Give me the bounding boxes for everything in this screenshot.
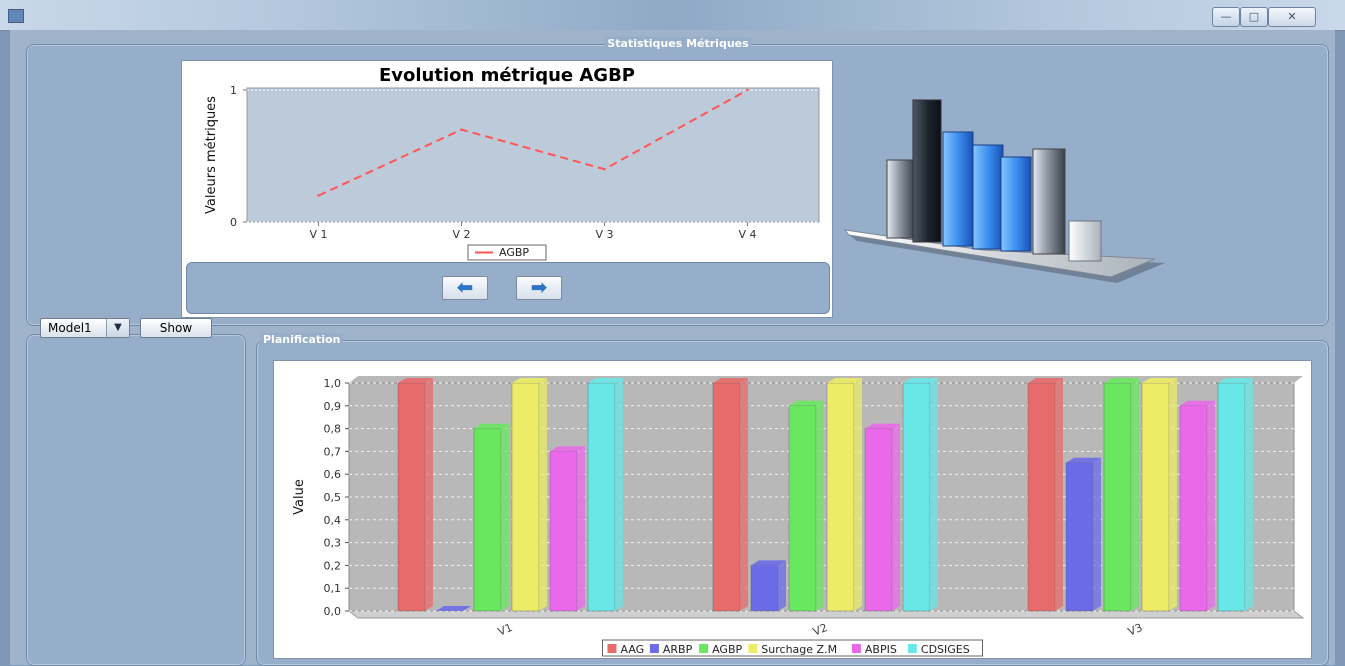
model-select-value: Model1	[48, 321, 92, 335]
bar-agbp-v2	[788, 405, 817, 612]
bar-side-face	[854, 378, 862, 611]
bar-aag-v1	[397, 382, 426, 612]
line-x-tick-label: V 3	[595, 228, 613, 241]
bar-chart-illustration	[843, 99, 1165, 283]
show-button[interactable]: Show	[140, 318, 212, 338]
maximize-button[interactable]: □	[1240, 7, 1268, 27]
line-point	[460, 128, 463, 131]
line-x-tick-label: V 2	[452, 228, 470, 241]
line-y-tick-label: 0	[230, 216, 237, 229]
model-select[interactable]: Model1 ▼	[40, 318, 130, 338]
bar-legend-label: AAG	[621, 643, 645, 656]
bar-side-face	[740, 378, 748, 611]
bar-y-tick-label: 0,6	[324, 468, 342, 481]
bar-chart-svg: 0,0 0,1 0,2 0,3 0,4 0,5 0,6 0,7 0,8 0,9 1,0 Value V1…	[292, 376, 1305, 657]
bar-plot-floor	[347, 610, 1305, 619]
line-plot-background	[246, 87, 820, 223]
bar-surchage-z-m-v2	[826, 382, 855, 612]
bar-side-face	[615, 378, 623, 611]
bar-chart-card: 0,0 0,1 0,2 0,3 0,4 0,5 0,6 0,7 0,8 0,9 1,0 Value V1…	[273, 360, 1312, 659]
bar-y-tick-label: 0,2	[324, 559, 342, 572]
bar-legend-swatch	[699, 644, 709, 653]
line-point	[746, 88, 749, 92]
line-x-tick-label: V 1	[309, 228, 327, 241]
bar-side-face	[816, 400, 824, 611]
bar-arbp-v2	[750, 565, 779, 612]
line-chart-svg: 0 1 V 1 V 2 V 3 V 4 Valeurs métriques AGBP	[204, 84, 820, 261]
bar-abpis-v2	[864, 428, 893, 612]
line-chart-card: Evolution métrique AGBP 01V 1V 2V 3V 4 Va…	[181, 60, 833, 318]
bar-surchage-z-m-v3	[1141, 382, 1170, 612]
bar-side-face	[539, 378, 547, 611]
bar-y-tick-label: 1,0	[324, 377, 342, 390]
bar-arbp-v3	[1065, 462, 1094, 612]
window-titlebar: — □ ✕	[0, 0, 1345, 31]
next-arrow-button[interactable]: ➡	[516, 276, 562, 300]
bar-y-axis-label: Value	[292, 479, 307, 515]
close-button[interactable]: ✕	[1268, 7, 1316, 27]
bar-y-tick-label: 0,5	[324, 491, 342, 504]
bar-aag-v3	[1027, 382, 1056, 612]
bar-side-face	[778, 560, 786, 611]
bar-side-face	[1131, 378, 1139, 611]
previous-arrow-button[interactable]: ⬅	[442, 276, 488, 300]
bar-legend-swatch	[607, 644, 617, 653]
bar-legend-swatch	[649, 644, 659, 653]
bar-side-face	[1207, 400, 1215, 611]
bar-legend-label: AGBP	[712, 643, 742, 656]
bar-legend-swatch	[748, 644, 758, 653]
bar-legend-swatch	[907, 644, 917, 653]
bar-legend-label: CDSIGES	[921, 643, 970, 656]
bar-legend-label: ARBP	[663, 643, 693, 656]
bar-y-tick-label: 0,7	[324, 445, 342, 458]
bar-side-face	[930, 378, 938, 611]
bar-side-face	[1093, 457, 1101, 611]
bar-abpis-v1	[549, 451, 578, 612]
controls-panel	[26, 334, 246, 666]
bar-surchage-z-m-v1	[511, 382, 540, 612]
bar-cdsiges-v1	[587, 382, 616, 612]
minimize-button[interactable]: —	[1212, 7, 1240, 27]
bar-legend-label: ABPIS	[865, 643, 897, 656]
bar-x-tick-label: V1	[496, 621, 514, 638]
stats-panel-title: Statistiques Métriques	[604, 37, 752, 50]
planning-panel-title: Planification	[260, 333, 344, 346]
bar-side-face	[1055, 378, 1063, 611]
line-point	[603, 168, 606, 171]
line-y-tick-label: 1	[230, 84, 237, 97]
dropdown-arrow-icon[interactable]: ▼	[106, 319, 129, 337]
bar-side-face	[425, 378, 433, 611]
bar-side-face	[577, 446, 585, 611]
line-y-axis-label: Valeurs métriques	[204, 96, 219, 214]
bar-side-face	[1245, 378, 1253, 611]
bar-aag-v2	[712, 382, 741, 612]
bar-x-tick-label: V3	[1126, 621, 1144, 638]
bar-y-tick-label: 0,3	[324, 537, 342, 550]
bar-agbp-v1	[473, 428, 502, 612]
bar-legend-swatch	[851, 644, 861, 653]
line-point	[317, 194, 320, 197]
bar-x-tick-label: V2	[811, 621, 829, 638]
line-legend-label: AGBP	[499, 246, 529, 259]
bar-side-face	[892, 423, 900, 611]
bar-y-tick-label: 0,0	[324, 605, 342, 618]
bar-abpis-v3	[1179, 405, 1208, 612]
bar-cdsiges-v2	[902, 382, 931, 612]
bar-side-face	[1169, 378, 1177, 611]
bar-side-face	[501, 423, 509, 611]
bar-y-tick-label: 0,4	[324, 514, 342, 527]
bar-y-tick-label: 0,8	[324, 423, 342, 436]
bar-agbp-v3	[1103, 382, 1132, 612]
line-chart-navigation-panel: ⬅ ➡	[186, 262, 830, 314]
line-x-tick-label: V 4	[738, 228, 756, 241]
app-icon	[8, 9, 24, 23]
bar-cdsiges-v3	[1217, 382, 1246, 612]
bar-y-tick-label: 0,1	[324, 582, 342, 595]
bar-y-tick-label: 0,9	[324, 400, 342, 413]
bar-legend-label: Surchage Z.M	[761, 643, 837, 656]
